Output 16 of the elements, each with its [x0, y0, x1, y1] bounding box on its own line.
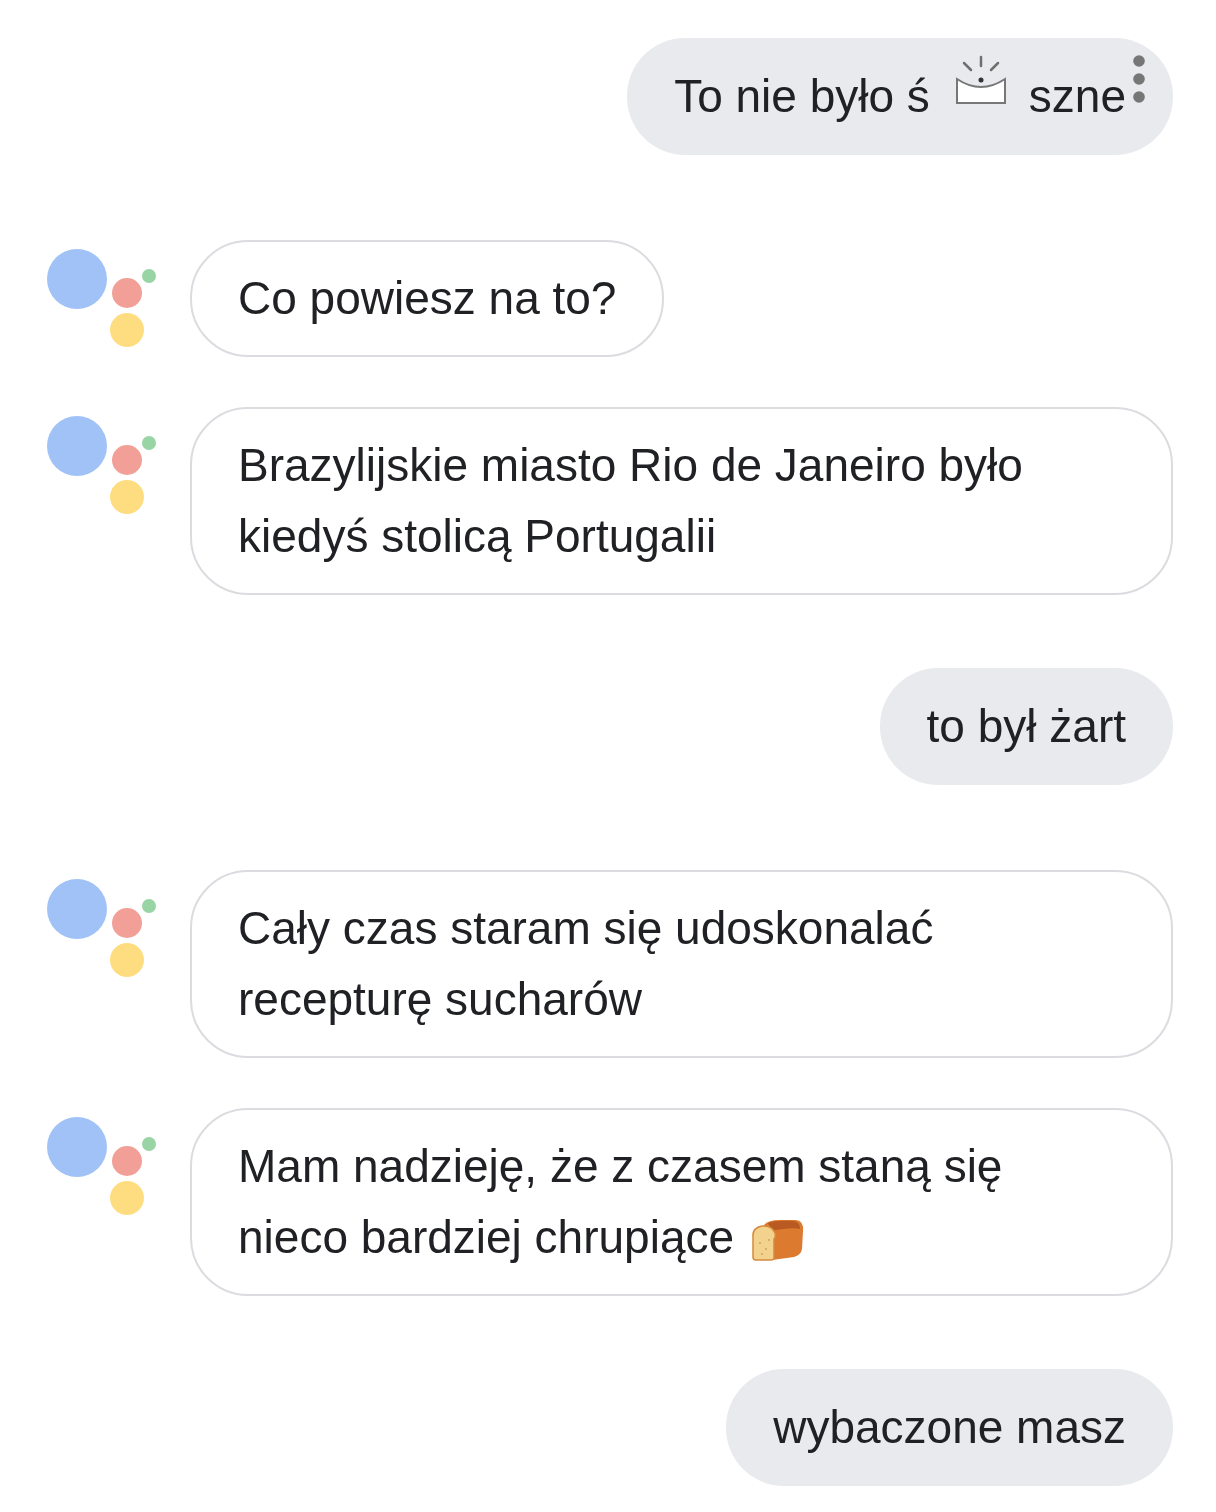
message-text: Brazylijskie miasto Rio de Janeiro było	[238, 438, 1023, 493]
message-text: Cały czas staram się udoskonalać	[238, 901, 934, 956]
dots-logo-icon	[47, 249, 157, 347]
dots-logo-icon	[47, 416, 157, 514]
message-text: to był żart	[926, 699, 1126, 754]
message-text: To nie było ś	[674, 69, 930, 124]
message-text: wybaczone masz	[773, 1400, 1126, 1455]
message-text: Co powiesz na to?	[238, 271, 617, 326]
message-text: szne	[1028, 69, 1126, 124]
dots-logo-icon	[47, 879, 157, 977]
message-text: recepturę sucharów	[238, 972, 642, 1027]
more-options-icon[interactable]	[1133, 55, 1145, 103]
message-text: Mam nadzieję, że z czasem staną się	[238, 1139, 1003, 1194]
dots-logo-icon	[47, 1117, 157, 1215]
message-text: nieco bardziej chrupiące	[238, 1210, 735, 1265]
message-text: kiedyś stolicą Portugalii	[238, 509, 717, 564]
